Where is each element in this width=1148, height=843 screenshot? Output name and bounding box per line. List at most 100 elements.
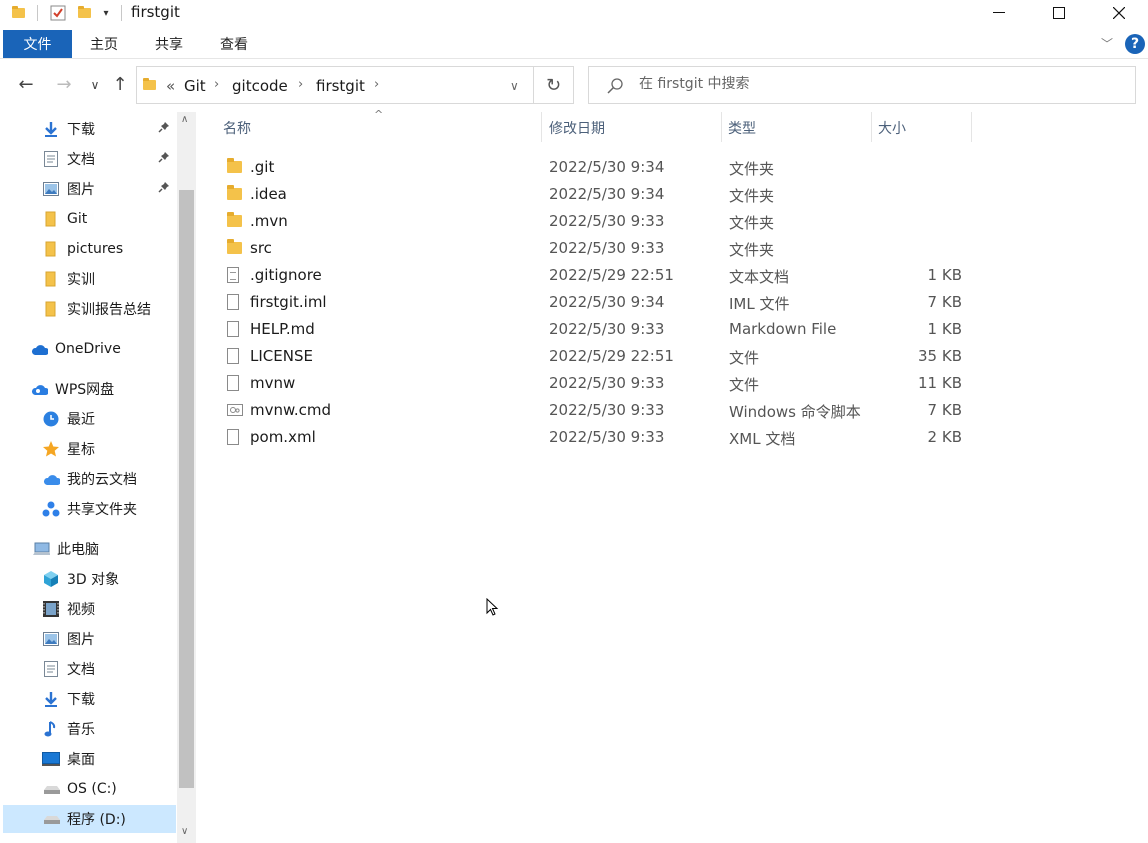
sidebar-item[interactable]: 星标 [42,435,95,463]
divider[interactable] [721,112,722,142]
tab-view[interactable]: 查看 [208,30,260,58]
close-button[interactable] [1096,0,1142,26]
file-row[interactable]: mvnw 2022/5/30 9:33 文件 11 KB [222,370,982,397]
sidebar-scrollbar-thumb[interactable] [179,190,194,788]
sidebar-item[interactable]: 共享文件夹 [42,495,137,523]
maximize-button[interactable] [1036,0,1082,26]
sidebar-item[interactable]: 实训报告总结 [42,295,151,323]
recent-locations-chevron-icon[interactable]: ∨ [82,78,108,92]
scroll-down-chevron-icon[interactable]: ∨ [181,826,188,837]
sidebar-item[interactable]: Git [42,205,87,233]
customize-toolbar-chevron-icon[interactable]: ▾ [100,4,112,22]
sidebar-item[interactable]: 下载 [42,685,95,713]
breadcrumb-chevron-icon[interactable]: › [374,77,379,92]
divider[interactable] [971,112,972,142]
file-date: 2022/5/30 9:33 [549,428,665,446]
file-name: src [250,239,272,257]
sidebar-item[interactable]: 程序 (D:) [3,805,176,833]
address-dropdown-chevron-icon[interactable]: ∨ [510,79,519,93]
sidebar-item[interactable]: 音乐 [42,715,95,743]
sidebar-item-label: 图片 [67,632,95,648]
file-row[interactable]: .mvn 2022/5/30 9:33 文件夹 [222,208,982,235]
sidebar-item-label: 星标 [67,442,95,458]
column-header-date[interactable]: 修改日期 [549,118,605,142]
sidebar-item[interactable]: OS (C:) [42,775,117,803]
file-name: mvnw [250,374,296,392]
breadcrumb-git[interactable]: Git [184,77,206,95]
sidebar-item-label: 实训 [67,272,95,288]
properties-check-icon[interactable] [49,4,67,22]
pin-icon [158,181,170,196]
sidebar-item[interactable]: 实训 [42,265,95,293]
sidebar-item[interactable]: OneDrive [30,335,121,363]
tab-home[interactable]: 主页 [78,30,130,58]
picture-icon [42,630,60,648]
expand-ribbon-chevron-icon[interactable]: ﹀ [1101,35,1113,52]
breadcrumb-chevron-icon[interactable]: › [214,77,219,92]
forward-arrow-icon[interactable]: → [51,74,77,95]
sidebar-item-label: 我的云文档 [67,472,137,488]
breadcrumb-overflow[interactable]: « [166,77,175,95]
scroll-up-chevron-icon[interactable]: ∧ [181,114,188,125]
sidebar-item[interactable]: 3D 对象 [42,565,119,593]
drive-icon [42,780,60,798]
new-folder-icon[interactable] [76,4,92,22]
folder-icon [10,4,26,22]
column-header-type[interactable]: 类型 [728,118,756,142]
cloud-doc-icon [42,470,60,488]
sidebar-item[interactable]: 图片 [42,175,95,203]
back-arrow-icon[interactable]: ← [13,74,39,95]
help-button[interactable]: ? [1125,34,1145,54]
sidebar-item-label: 实训报告总结 [67,302,151,318]
sidebar-item[interactable]: 视频 [42,595,95,623]
sidebar-item[interactable]: 我的云文档 [42,465,137,493]
file-row[interactable]: pom.xml 2022/5/30 9:33 XML 文档 2 KB [222,424,982,451]
breadcrumb-gitcode[interactable]: gitcode [232,77,288,95]
folder-icon [227,185,242,200]
file-icon [227,375,239,391]
file-date: 2022/5/30 9:33 [549,320,665,338]
pin-icon [158,121,170,136]
sidebar-item-label: 下载 [67,692,95,708]
breadcrumb-firstgit[interactable]: firstgit [316,77,365,95]
folder-icon [227,212,242,227]
sidebar-item[interactable]: 文档 [42,655,95,683]
sidebar-item-label: 音乐 [67,722,95,738]
file-row[interactable]: .gitignore 2022/5/29 22:51 文本文档 1 KB [222,262,982,289]
refresh-button[interactable]: ↻ [534,66,574,104]
sidebar-item-label: 下载 [67,122,95,138]
sidebar-item[interactable]: 最近 [42,405,95,433]
divider[interactable] [871,112,872,142]
address-bar[interactable]: « Git › gitcode › firstgit › ∨ [136,66,534,104]
sidebar-item[interactable]: pictures [42,235,123,263]
file-row[interactable]: firstgit.iml 2022/5/30 9:34 IML 文件 7 KB [222,289,982,316]
column-header-size[interactable]: 大小 [878,118,906,142]
file-row[interactable]: HELP.md 2022/5/30 9:33 Markdown File 1 KB [222,316,982,343]
text-file-icon [227,267,239,283]
file-row[interactable]: mvnw.cmd 2022/5/30 9:33 Windows 命令脚本 7 KB [222,397,982,424]
file-row[interactable]: .idea 2022/5/30 9:34 文件夹 [222,181,982,208]
divider[interactable] [541,112,542,142]
sidebar-item[interactable]: 桌面 [42,745,95,773]
file-type: IML 文件 [729,295,790,313]
column-header-name[interactable]: 名称 [223,118,251,142]
sidebar-item[interactable]: 此电脑 [32,535,99,563]
tab-share[interactable]: 共享 [143,30,195,58]
download-icon [42,690,60,708]
file-size: 7 KB [927,401,962,419]
sidebar-item[interactable]: 下载 [42,115,95,143]
sidebar-item[interactable]: 图片 [42,625,95,653]
minimize-button[interactable] [976,0,1022,26]
search-input[interactable] [637,75,1121,93]
tab-file[interactable]: 文件 [3,30,72,58]
search-box[interactable] [588,66,1136,104]
breadcrumb-chevron-icon[interactable]: › [298,77,303,92]
sidebar-item-label: Git [67,211,88,227]
file-date: 2022/5/30 9:34 [549,158,665,176]
sidebar-item[interactable]: 文档 [42,145,95,173]
file-row[interactable]: src 2022/5/30 9:33 文件夹 [222,235,982,262]
up-arrow-icon[interactable]: ↑ [107,74,133,95]
file-row[interactable]: .git 2022/5/30 9:34 文件夹 [222,154,982,181]
sidebar-item[interactable]: WPS网盘 [30,375,114,403]
file-row[interactable]: LICENSE 2022/5/29 22:51 文件 35 KB [222,343,982,370]
